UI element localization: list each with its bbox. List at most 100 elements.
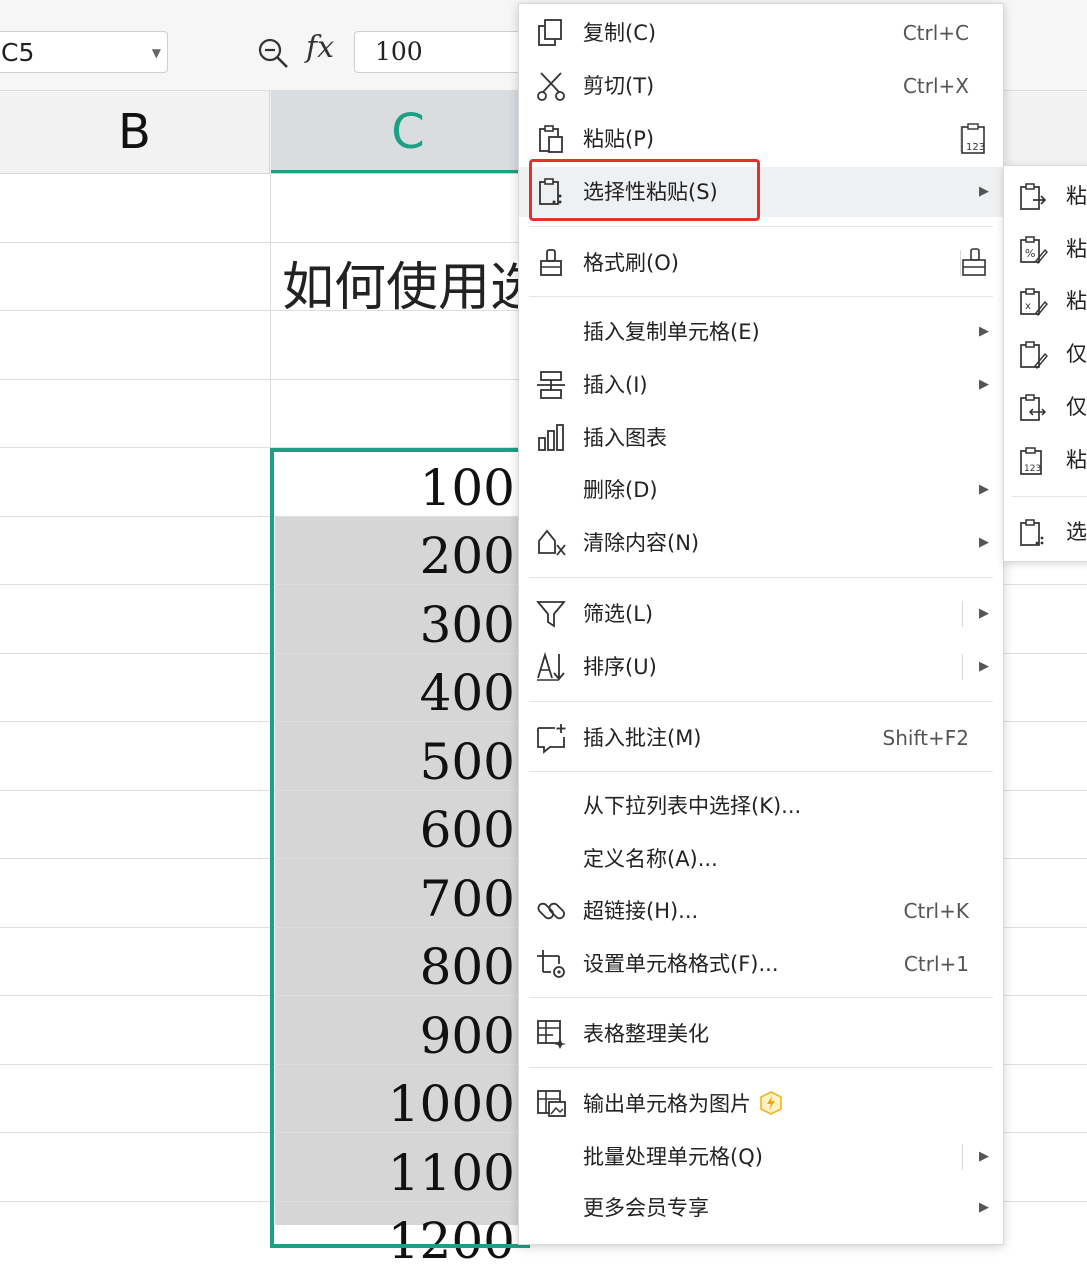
svg-text:123: 123 bbox=[1024, 464, 1041, 474]
menu-label: 设置单元格格式(F)... bbox=[583, 952, 779, 976]
menu-item-insert[interactable]: 插入(I) ▶ bbox=[519, 360, 1003, 410]
zoom-icon[interactable] bbox=[256, 36, 290, 70]
svg-text:%: % bbox=[1025, 247, 1035, 260]
cell-value[interactable]: 400 bbox=[275, 659, 515, 727]
cell-value[interactable]: 100 bbox=[275, 454, 515, 522]
submenu-label: 粘 bbox=[1066, 184, 1087, 208]
submenu-item[interactable]: 选 bbox=[1004, 507, 1087, 557]
menu-label: 筛选(L) bbox=[583, 602, 654, 626]
menu-item-filter[interactable]: 筛选(L) ▶ bbox=[519, 589, 1003, 639]
cell-value[interactable]: 700 bbox=[275, 865, 515, 933]
divider bbox=[962, 601, 963, 627]
menu-item-sort[interactable]: 排序(U) ▶ bbox=[519, 642, 1003, 692]
filter-icon bbox=[535, 598, 567, 630]
insert-icon bbox=[535, 369, 567, 401]
menu-item-hyperlink[interactable]: 超链接(H)... Ctrl+K bbox=[519, 886, 1003, 936]
paste-values-only-icon bbox=[1018, 340, 1048, 370]
chevron-right-icon: ▶ bbox=[979, 1200, 989, 1215]
shortcut: Ctrl+K bbox=[903, 899, 969, 923]
shortcut: Ctrl+X bbox=[902, 74, 969, 98]
chevron-right-icon: ▶ bbox=[979, 535, 989, 550]
menu-label: 剪切(T) bbox=[583, 74, 655, 98]
menu-item-copy[interactable]: 复制(C) Ctrl+C bbox=[519, 8, 1003, 58]
name-box[interactable]: C5 ▼ bbox=[0, 31, 168, 73]
format-painter-quick-icon[interactable] bbox=[957, 246, 991, 280]
menu-label: 粘贴(P) bbox=[583, 127, 655, 151]
highlight-annotation-box bbox=[529, 159, 760, 221]
menu-item-batch-process[interactable]: 批量处理单元格(Q) ▶ bbox=[519, 1132, 1003, 1182]
hyperlink-icon bbox=[535, 895, 567, 927]
menu-item-format-cells[interactable]: 设置单元格格式(F)... Ctrl+1 bbox=[519, 939, 1003, 989]
cell-value[interactable]: 200 bbox=[275, 522, 515, 590]
cell-value[interactable]: 500 bbox=[275, 728, 515, 796]
paste-numbers-icon: 123 bbox=[1018, 446, 1048, 476]
menu-label: 排序(U) bbox=[583, 655, 657, 679]
menu-item-export-as-image[interactable]: 输出单元格为图片 bbox=[519, 1079, 1003, 1129]
menu-item-cut[interactable]: 剪切(T) Ctrl+X bbox=[519, 61, 1003, 111]
menu-item-format-painter[interactable]: 格式刷(O) bbox=[519, 238, 1003, 288]
submenu-item[interactable]: % 粘 bbox=[1004, 224, 1087, 274]
divider bbox=[962, 1144, 963, 1170]
menu-item-delete[interactable]: 删除(D) ▶ bbox=[519, 465, 1003, 515]
insert-chart-icon bbox=[535, 422, 567, 454]
menu-label: 更多会员专享 bbox=[583, 1196, 709, 1220]
submenu-label: 仅 bbox=[1066, 395, 1087, 419]
menu-item-insert-comment[interactable]: 插入批注(M) Shift+F2 bbox=[519, 713, 1003, 763]
cell-value[interactable]: 1100 bbox=[275, 1139, 515, 1207]
fx-icon[interactable]: fx bbox=[306, 30, 334, 65]
vip-icon bbox=[759, 1091, 783, 1115]
submenu-item[interactable]: 粘 bbox=[1004, 171, 1087, 221]
menu-label: 从下拉列表中选择(K)... bbox=[583, 794, 802, 818]
sort-icon bbox=[535, 651, 567, 683]
column-header-b[interactable]: B bbox=[0, 91, 270, 173]
submenu-item[interactable]: x 粘 bbox=[1004, 276, 1087, 326]
paste-values-icon[interactable]: 123 bbox=[957, 122, 991, 156]
chevron-right-icon: ▶ bbox=[979, 1149, 989, 1164]
cell-value[interactable]: 1000 bbox=[275, 1070, 515, 1138]
cell-value[interactable]: 900 bbox=[275, 1002, 515, 1070]
svg-text:x: x bbox=[1025, 301, 1031, 312]
menu-item-define-name[interactable]: 定义名称(A)... bbox=[519, 834, 1003, 884]
context-menu: 复制(C) Ctrl+C 剪切(T) Ctrl+X 粘贴(P) 123 选择性粘… bbox=[518, 3, 1004, 1245]
cell-value[interactable]: 800 bbox=[275, 933, 515, 1001]
svg-text:123: 123 bbox=[966, 142, 985, 153]
format-painter-icon bbox=[535, 247, 567, 279]
shortcut: Ctrl+C bbox=[902, 21, 969, 45]
menu-item-pick-from-list[interactable]: 从下拉列表中选择(K)... bbox=[519, 781, 1003, 831]
title-cell[interactable]: 如何使用选 bbox=[282, 245, 542, 320]
chevron-down-icon[interactable]: ▼ bbox=[152, 32, 161, 74]
submenu-label: 粘 bbox=[1066, 448, 1087, 472]
submenu-item[interactable]: 仅 bbox=[1004, 329, 1087, 379]
menu-item-paste[interactable]: 粘贴(P) 123 bbox=[519, 114, 1003, 164]
clear-icon bbox=[535, 527, 567, 559]
menu-label: 插入图表 bbox=[583, 426, 667, 450]
menu-label: 复制(C) bbox=[583, 21, 657, 45]
menu-label: 表格整理美化 bbox=[583, 1022, 709, 1046]
chevron-right-icon: ▶ bbox=[979, 377, 989, 392]
menu-label: 插入复制单元格(E) bbox=[583, 320, 760, 344]
cell-value[interactable]: 300 bbox=[275, 591, 515, 659]
menu-label-text: 输出单元格为图片 bbox=[583, 1092, 751, 1116]
menu-item-insert-chart[interactable]: 插入图表 bbox=[519, 413, 1003, 463]
paste-special-icon bbox=[1018, 518, 1048, 548]
shortcut: Shift+F2 bbox=[882, 726, 969, 750]
paste-formula-icon: % bbox=[1018, 235, 1048, 265]
cell-value[interactable]: 600 bbox=[275, 796, 515, 864]
submenu-item[interactable]: 仅 bbox=[1004, 382, 1087, 432]
submenu-label: 粘 bbox=[1066, 237, 1087, 261]
menu-item-member-exclusive[interactable]: 更多会员专享 ▶ bbox=[519, 1183, 1003, 1233]
paste-transpose-icon bbox=[1018, 393, 1048, 423]
menu-item-insert-copied-cells[interactable]: 插入复制单元格(E) ▶ bbox=[519, 307, 1003, 357]
comment-icon bbox=[535, 722, 567, 754]
menu-label: 删除(D) bbox=[583, 478, 658, 502]
menu-label: 定义名称(A)... bbox=[583, 847, 718, 871]
menu-item-table-beautify[interactable]: 表格整理美化 bbox=[519, 1009, 1003, 1059]
paste-special-submenu: 粘 % 粘 x 粘 仅 仅 123 粘 选 bbox=[1003, 165, 1087, 562]
menu-item-clear-contents[interactable]: 清除内容(N) ▶ bbox=[519, 518, 1003, 568]
paste-icon bbox=[535, 123, 567, 155]
submenu-item[interactable]: 123 粘 bbox=[1004, 435, 1087, 485]
format-cells-icon bbox=[535, 948, 567, 980]
beautify-icon bbox=[535, 1018, 567, 1050]
cell-value[interactable]: 1200 bbox=[275, 1207, 515, 1275]
export-image-icon bbox=[535, 1088, 567, 1120]
